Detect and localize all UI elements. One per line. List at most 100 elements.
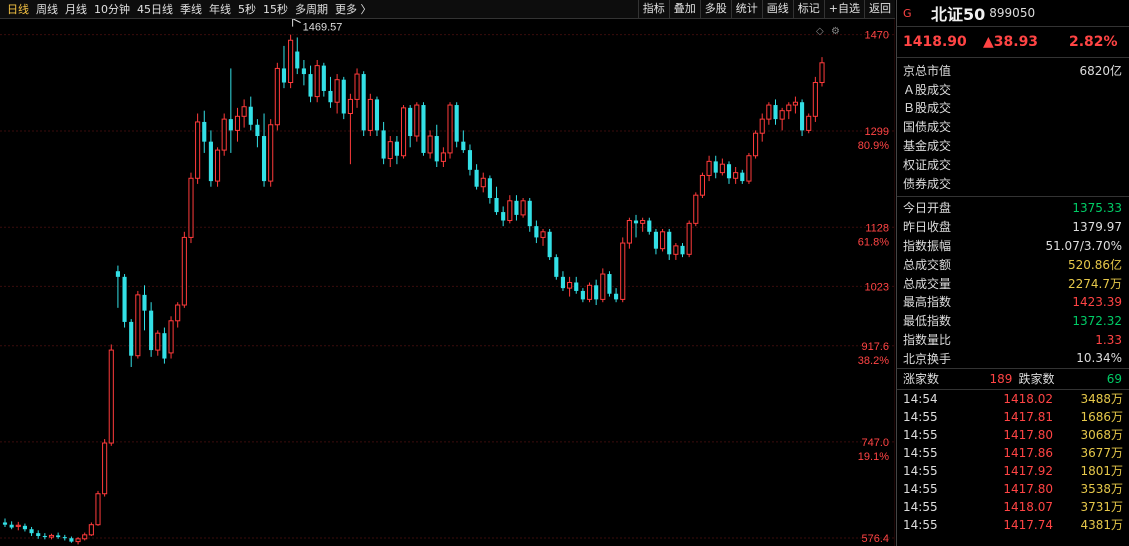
stat-value: 520.86亿 bbox=[1068, 257, 1122, 272]
period-tab[interactable]: 月线 bbox=[65, 1, 87, 17]
y-tick-label: 747.0 bbox=[861, 437, 889, 449]
candle-body bbox=[792, 101, 798, 106]
candle-body bbox=[115, 271, 120, 277]
candle-body bbox=[554, 257, 559, 277]
tick-time: 14:55 bbox=[903, 463, 938, 478]
tick-row: 14:55 1417.80 3068万 bbox=[897, 426, 1129, 444]
period-tab[interactable]: 更多 〉 bbox=[335, 1, 372, 17]
toolbar-button[interactable]: 返回 bbox=[864, 0, 895, 18]
stat-value: 1423.39 bbox=[1072, 294, 1122, 309]
decline-count: 69 bbox=[1106, 371, 1122, 386]
candle-body bbox=[600, 273, 606, 300]
candle-body bbox=[234, 115, 241, 131]
tick-volume: 3538万 bbox=[1080, 482, 1123, 497]
candle-body bbox=[202, 121, 207, 142]
y-tick-label: 1470 bbox=[865, 30, 889, 42]
tick-price: 1418.07 bbox=[1003, 499, 1053, 514]
y-tick-label: 917.6 bbox=[861, 341, 889, 353]
price-change: ▲38.93 bbox=[983, 34, 1039, 50]
candle-body bbox=[806, 115, 812, 131]
tick-price: 1418.02 bbox=[1003, 391, 1053, 406]
candle-body bbox=[149, 310, 154, 351]
candle-body bbox=[567, 281, 573, 289]
candle-body bbox=[759, 118, 765, 134]
candle-body bbox=[36, 533, 41, 536]
tick-price: 1417.81 bbox=[1003, 409, 1053, 424]
period-tab[interactable]: 季线 bbox=[180, 1, 202, 17]
candle-body bbox=[733, 172, 739, 179]
candle-body bbox=[812, 82, 818, 117]
candle-body bbox=[255, 124, 260, 137]
candle-body bbox=[540, 231, 546, 238]
candle-body bbox=[42, 535, 47, 538]
candle-body bbox=[819, 62, 825, 84]
advance-count: 189 bbox=[989, 371, 1013, 386]
tick-volume: 3488万 bbox=[1080, 392, 1123, 407]
tick-time: 14:55 bbox=[903, 445, 938, 460]
candle-body bbox=[580, 290, 585, 300]
tick-volume: 4381万 bbox=[1080, 518, 1123, 533]
tick-row: 14:55 1417.74 4381万 bbox=[897, 516, 1129, 534]
period-tab[interactable]: 45日线 bbox=[137, 1, 173, 17]
tick-volume: 1801万 bbox=[1080, 464, 1123, 479]
diamond-icon: ◇ bbox=[816, 26, 824, 37]
toolbar-button[interactable]: 多股 bbox=[699, 0, 731, 18]
market-value: 6820亿 bbox=[1079, 63, 1122, 78]
market-row: 债券成交 bbox=[897, 174, 1129, 193]
candle-body bbox=[713, 161, 718, 173]
candle-body bbox=[779, 110, 785, 120]
stat-label: 总成交额 bbox=[903, 257, 952, 272]
market-row: 京总市值 6820亿 bbox=[897, 61, 1129, 80]
toolbar-button[interactable]: 标记 bbox=[792, 0, 824, 18]
stat-row: 最低指数 1372.32 bbox=[897, 311, 1129, 330]
period-tab[interactable]: 周线 bbox=[36, 1, 58, 17]
y-tick-label: 1023 bbox=[865, 281, 889, 293]
tick-time: 14:55 bbox=[903, 427, 938, 442]
toolbar-button[interactable]: 叠加 bbox=[668, 0, 700, 18]
pct-tick-label: 80.9% bbox=[858, 140, 889, 152]
stat-label: 指数量比 bbox=[903, 333, 952, 348]
candle-body bbox=[261, 136, 267, 182]
candle-body bbox=[288, 39, 294, 84]
period-tab[interactable]: 15秒 bbox=[263, 1, 288, 17]
candle-body bbox=[314, 65, 320, 98]
candle-body bbox=[274, 67, 280, 126]
candle-body bbox=[162, 333, 167, 359]
candle-body bbox=[427, 135, 433, 154]
candle-body bbox=[367, 98, 373, 131]
candle-body bbox=[560, 276, 566, 289]
candle-body bbox=[108, 349, 114, 444]
toolbar-button[interactable]: 画线 bbox=[761, 0, 793, 18]
candle-body bbox=[82, 534, 88, 540]
period-tab[interactable]: 5秒 bbox=[238, 1, 256, 17]
toolbar-button[interactable]: 统计 bbox=[730, 0, 762, 18]
candle-body bbox=[308, 74, 313, 97]
stat-value: 1372.32 bbox=[1072, 313, 1122, 328]
tick-price: 1417.74 bbox=[1003, 517, 1053, 532]
candle-body bbox=[620, 242, 626, 300]
stat-value: 2274.7万 bbox=[1068, 276, 1122, 291]
candle-body bbox=[773, 105, 778, 120]
stat-label: 北京换手 bbox=[903, 351, 952, 366]
period-tab[interactable]: 多周期 bbox=[295, 1, 328, 17]
candle-body bbox=[268, 124, 274, 182]
tick-list[interactable]: 14:54 1418.02 3488万 14:55 1417.81 1686万 14:55 1… bbox=[897, 388, 1129, 534]
candle-body bbox=[301, 68, 306, 75]
period-tab[interactable]: 年线 bbox=[209, 1, 231, 17]
candle-body bbox=[686, 222, 692, 255]
decline-label: 跌家数 bbox=[1018, 372, 1055, 387]
candle-body bbox=[480, 177, 486, 188]
tick-volume: 3731万 bbox=[1080, 500, 1123, 515]
period-tab[interactable]: 日线 bbox=[7, 1, 29, 17]
tick-row: 14:55 1417.81 1686万 bbox=[897, 408, 1129, 426]
candle-body bbox=[527, 200, 532, 227]
toolbar-button[interactable]: 指标 bbox=[637, 0, 669, 18]
candle-body bbox=[626, 220, 632, 244]
toolbar-button[interactable]: +自选 bbox=[823, 0, 864, 18]
candle-body bbox=[175, 304, 181, 322]
candle-body bbox=[667, 231, 672, 255]
candlestick-chart[interactable]: 1470 1299 1128 1023 917.6 747.0 576.4 80.9% 61.8… bbox=[0, 19, 895, 546]
stock-name: 北证50 bbox=[931, 5, 986, 24]
period-tab[interactable]: 10分钟 bbox=[94, 1, 130, 17]
stat-row: 总成交量 2274.7万 bbox=[897, 274, 1129, 293]
